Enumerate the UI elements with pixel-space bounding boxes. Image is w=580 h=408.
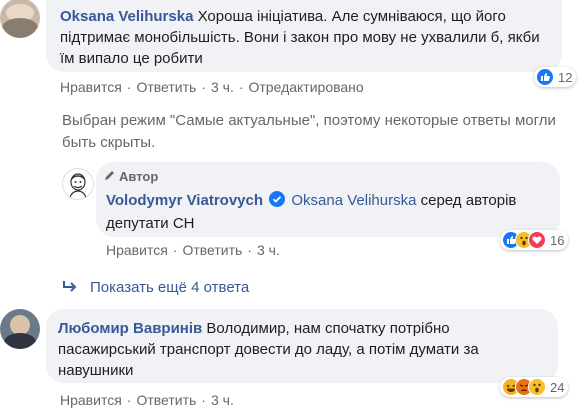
portrait-icon [69,173,87,199]
comment-actions: Нравится · Ответить · 3 ч. · Отредактиро… [60,79,364,95]
separator: · [126,392,132,408]
comment-bubble: Любомир Вавринів Володимир, нам спочатку… [46,309,558,383]
comment-author[interactable]: Oksana Velihurska [60,8,193,25]
separator: · [238,79,244,95]
reaction-count: 24 [550,379,565,395]
like-action[interactable]: Нравится [60,79,122,95]
verified-icon [269,191,286,213]
reply-bubble: Автор Volodymyr Viatrovych Oksana Velihu… [96,162,560,237]
comment-author[interactable]: Любомир Вавринів [58,320,202,337]
reaction-count: 12 [558,69,573,85]
reactions-summary[interactable]: 16 [500,230,569,250]
like-action[interactable]: Нравится [60,392,122,408]
reply-action[interactable]: Ответить [136,392,196,408]
avatar[interactable] [62,168,94,200]
avatar[interactable] [0,0,40,38]
show-more-replies[interactable]: Показать ещё 4 ответа [62,279,249,296]
separator: · [247,242,252,258]
author-badge-label: Автор [119,169,159,184]
separator: · [201,392,206,408]
author-badge: Автор [104,166,158,187]
reply-mention[interactable]: Oksana Velihurska [291,192,416,209]
timestamp[interactable]: 3 ч. [257,242,280,258]
comment-bubble: Oksana Velihurska Хороша ініціатива. Але… [46,0,562,72]
timestamp[interactable]: 3 ч. [211,392,234,408]
like-action[interactable]: Нравится [106,242,168,258]
pen-icon [104,166,116,187]
separator: · [126,79,132,95]
reaction-count: 16 [550,232,565,248]
comment-actions: Нравится · Ответить · 3 ч. [60,392,234,408]
reactions-summary[interactable]: 12 [534,67,577,87]
timestamp[interactable]: 3 ч. [211,79,234,95]
separator: · [201,79,206,95]
reply-author[interactable]: Volodymyr Viatrovych [106,192,263,209]
wow-icon [528,378,546,396]
reply-action[interactable]: Ответить [136,79,196,95]
love-icon [528,231,546,249]
separator: · [172,242,178,258]
reactions-summary[interactable]: 24 [500,377,569,397]
like-icon [536,68,554,86]
reply-action[interactable]: Ответить [182,242,242,258]
reply-actions: Нравится · Ответить · 3 ч. [106,242,280,258]
notice-text: Выбран режим "Самые актуальные", поэтому… [62,112,556,151]
avatar[interactable] [0,309,40,349]
show-more-label[interactable]: Показать ещё 4 ответа [90,279,249,296]
edited-label: Отредактировано [248,79,364,95]
reply-arrow-icon [62,279,78,296]
